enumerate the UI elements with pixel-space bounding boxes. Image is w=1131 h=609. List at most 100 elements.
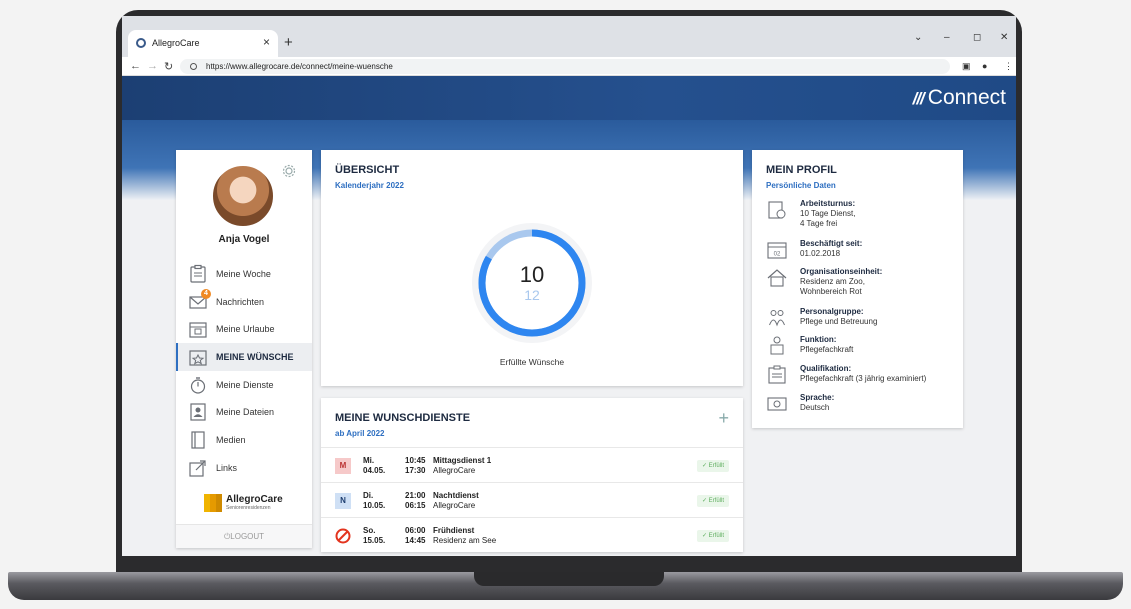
shift-end: 14:45 (405, 536, 426, 545)
wish-shifts-card: MEINE WUNSCHDIENSTE ab April 2022 + M Mi.… (321, 398, 743, 552)
shift-date-value: 04.05. (363, 466, 386, 475)
status-badge: ✓ Erfüllt (696, 495, 729, 507)
book-icon (188, 430, 208, 450)
profile-icon[interactable]: ● (982, 61, 987, 71)
add-wish-button[interactable]: + (718, 408, 729, 429)
tab-close-icon[interactable]: × (263, 35, 270, 49)
minimize-button[interactable]: – (944, 32, 950, 43)
site-info-icon[interactable] (190, 63, 197, 70)
status-badge: ✓ Erfüllt (696, 460, 729, 472)
sidebar-item-label: Nachrichten (216, 296, 265, 307)
shift-date: Di. 10.05. (363, 491, 385, 511)
reload-icon[interactable]: ↻ (164, 60, 173, 73)
laptop-mockup: AllegroCare × + ⌄ – ◻ ✕ ← → ↻ https://ww… (0, 0, 1131, 609)
sidebar-item-label: Meine Urlaube (216, 324, 275, 335)
sidebar-item-links[interactable]: Links (176, 454, 312, 482)
close-window-button[interactable]: ✕ (1000, 32, 1008, 43)
profile-label: Beschäftigt seit: (800, 239, 863, 248)
browser-window: AllegroCare × + ⌄ – ◻ ✕ ← → ↻ https://ww… (122, 16, 1016, 556)
brand-mark-icon: /// (912, 89, 925, 108)
overview-card: ÜBERSICHT Kalenderjahr 2022 10 12 Erfüll… (321, 150, 743, 386)
profile-subtitle: Persönliche Daten (766, 181, 836, 190)
table-row[interactable]: N Di. 10.05. 21:00 06:15 Nachtdienst AllegroCa… (321, 482, 743, 517)
shift-start: 21:00 (405, 491, 426, 500)
calendar-date-icon: 02 (767, 242, 787, 259)
profile-value: Residenz am Zoo, Wohnbereich Rot (800, 277, 865, 296)
table-row[interactable]: So. 15.05. 06:00 14:45 Frühdienst Residenz am… (321, 517, 743, 552)
sidebar-item-label: Medien (216, 434, 246, 445)
shift-date-value: 10.05. (363, 501, 386, 510)
shift-name: Nachtdienst (433, 491, 479, 500)
sidebar-item-label: MEINE WÜNSCHE (216, 351, 294, 362)
url-field[interactable]: https://www.allegrocare.de/connect/meine… (180, 59, 950, 74)
logout-button[interactable]: ⏻LOGOUT (176, 524, 312, 548)
url-text: https://www.allegrocare.de/connect/meine… (206, 62, 393, 71)
external-link-icon (188, 458, 208, 478)
menu-icon[interactable]: ⋮ (1004, 61, 1013, 72)
profile-value: Deutsch (800, 403, 830, 412)
sidebar-item-label: Meine Dateien (216, 407, 275, 418)
house-icon (767, 269, 787, 287)
avatar (211, 164, 275, 228)
star-calendar-icon (188, 347, 208, 367)
profile-label: Qualifikation: (800, 364, 852, 373)
tab-search-icon[interactable]: ⌄ (914, 32, 922, 43)
brand-logo[interactable]: ///Connect (913, 86, 1006, 110)
shift-end: 17:30 (405, 466, 426, 475)
app-header: ///Connect (122, 76, 1016, 120)
sidebar-item-meine-dienste[interactable]: Meine Dienste (176, 371, 312, 399)
laptop-notch (474, 572, 664, 586)
group-icon (769, 310, 785, 327)
ring-caption: Erfüllte Wünsche (499, 357, 565, 367)
shift-weekday: Di. (363, 491, 374, 500)
user-name: Anja Vogel (218, 234, 270, 245)
certificate-icon (768, 365, 786, 384)
back-icon[interactable]: ← (130, 60, 141, 72)
logout-label: LOGOUT (230, 532, 265, 541)
profile-value: 01.02.2018 (800, 249, 841, 258)
sidebar-item-meine-urlaube[interactable]: Meine Urlaube (176, 315, 312, 343)
unread-count-badge: 4 (201, 288, 211, 299)
tab-strip: AllegroCare × + ⌄ – ◻ ✕ (122, 16, 1016, 57)
brand-name: Connect (927, 86, 1006, 109)
sidebar-item-nachrichten[interactable]: 4 Nachrichten (176, 288, 312, 316)
app-content: ///Connect Anja Vogel Meine Woche 4 Nachri… (122, 76, 1016, 556)
new-tab-button[interactable]: + (284, 34, 293, 51)
shift-location: AllegroCare (433, 501, 476, 510)
clipboard-icon (188, 264, 208, 284)
tab-title: AllegroCare (152, 38, 200, 48)
shift-type-badge: M (335, 458, 351, 474)
sidebar-item-medien[interactable]: Medien (176, 426, 312, 454)
sidebar-item-meine-woche[interactable]: Meine Woche (176, 260, 312, 288)
ring-total-value: 12 (524, 287, 540, 303)
profile-value: Pflegefachkraft (800, 345, 854, 354)
sidebar-card: Anja Vogel Meine Woche 4 Nachrichten Meine … (176, 150, 312, 548)
profile-label: Funktion: (800, 335, 837, 344)
sidebar-item-label: Links (216, 462, 238, 473)
logo-subtitle: Seniorenresidenzen (226, 505, 271, 511)
profile-title: MEIN PROFIL (766, 164, 837, 176)
stopwatch-icon (188, 375, 208, 395)
shift-time: 06:00 14:45 (405, 526, 425, 546)
sidebar-item-meine-dateien[interactable]: Meine Dateien (176, 398, 312, 426)
shift-type-badge: N (335, 493, 351, 509)
maximize-button[interactable]: ◻ (973, 32, 981, 43)
profile-label: Arbeitsturnus: (800, 199, 856, 208)
shift-start: 10:45 (405, 456, 426, 465)
profile-card: MEIN PROFIL Persönliche Daten Arbeitstur… (752, 150, 963, 428)
sidebar-toggle-icon[interactable]: ▣ (962, 61, 971, 72)
shift-date: So. 15.05. (363, 526, 385, 546)
forward-icon[interactable]: → (147, 60, 158, 72)
gear-icon[interactable] (282, 164, 296, 178)
browser-tab[interactable]: AllegroCare × (128, 30, 278, 57)
shift-time: 10:45 17:30 (405, 456, 425, 476)
sidebar-item-label: Meine Dienste (216, 379, 274, 390)
table-row[interactable]: M Mi. 04.05. 10:45 17:30 Mittagsdienst 1 Alleg… (321, 447, 743, 482)
shift-location: Residenz am See (433, 536, 497, 545)
shift-name: Mittagsdienst 1 (433, 456, 492, 465)
profile-value: Pflegefachkraft (3 jährig examiniert) (800, 374, 927, 383)
envelope-icon: 4 (188, 288, 211, 312)
sidebar-item-meine-wünsche[interactable]: MEINE WÜNSCHE (176, 343, 312, 371)
shift-end: 06:15 (405, 501, 426, 510)
speech-icon (767, 397, 787, 411)
